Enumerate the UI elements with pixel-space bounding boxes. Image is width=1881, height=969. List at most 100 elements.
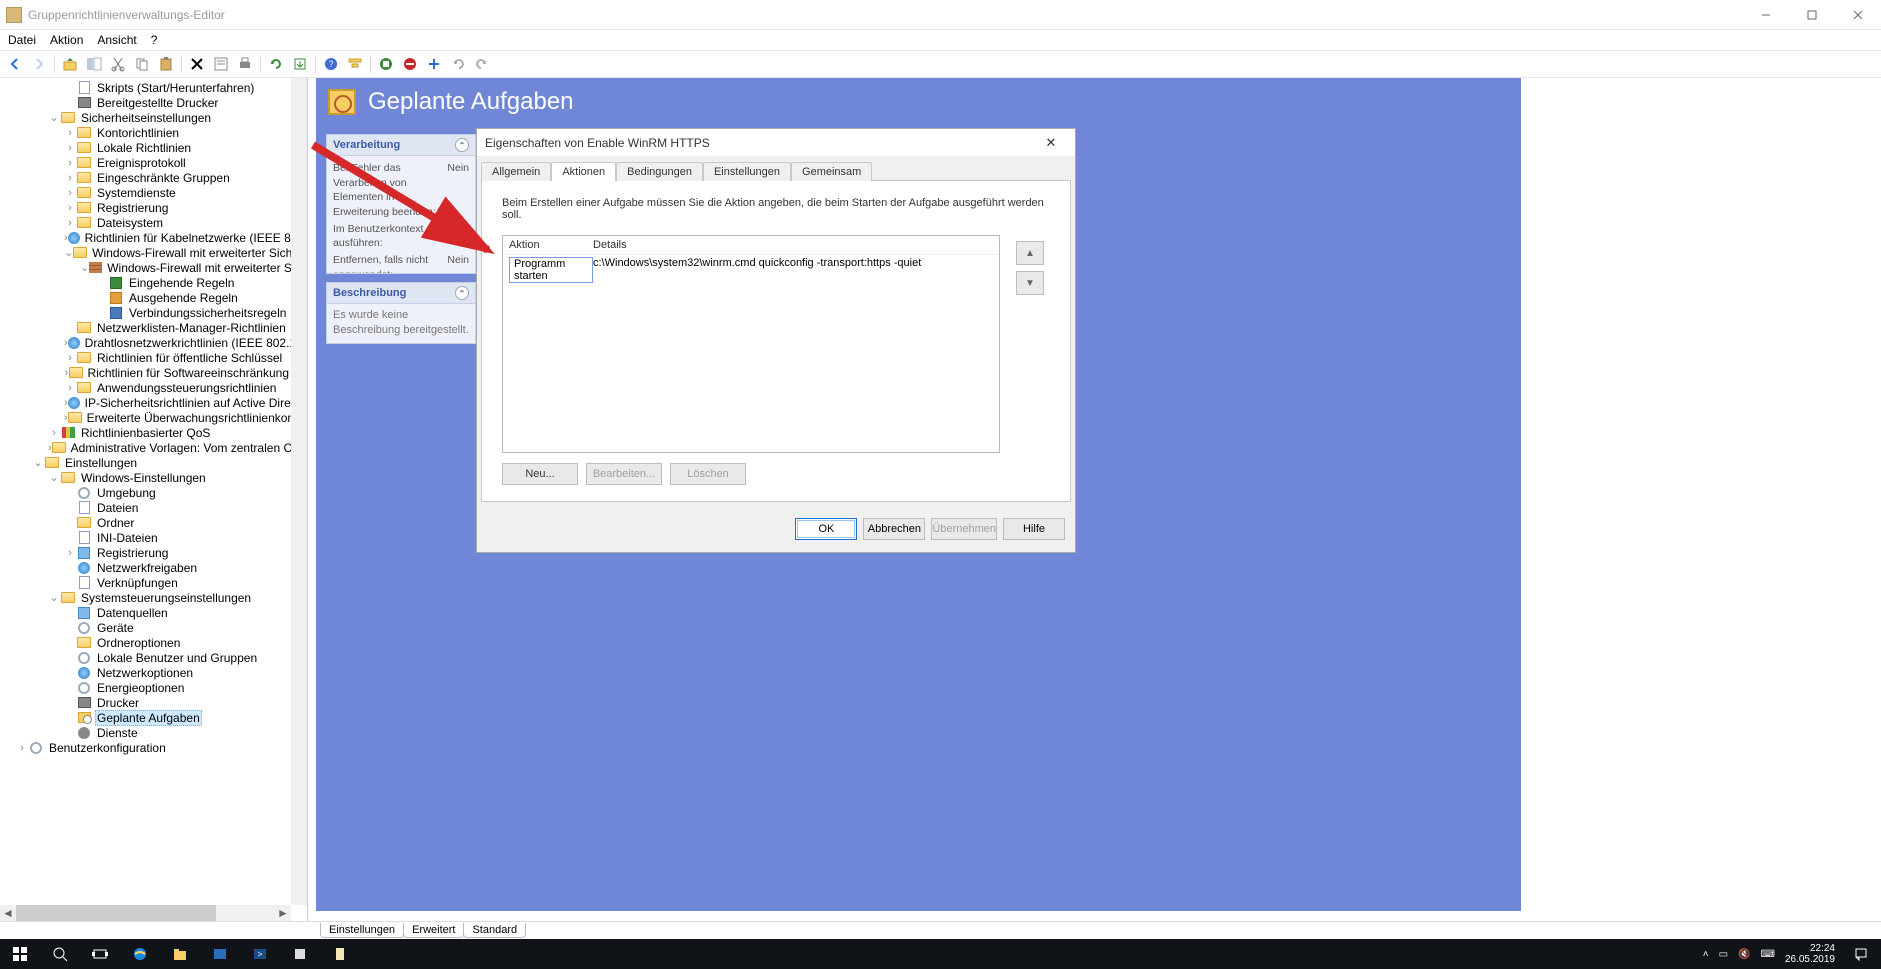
- collapse-icon[interactable]: ⌄: [80, 261, 89, 274]
- tree-node[interactable]: ›Administrative Vorlagen: Vom zentralen …: [0, 440, 291, 455]
- start-button[interactable]: [0, 939, 40, 969]
- plus-icon[interactable]: [423, 53, 445, 75]
- collapse-icon[interactable]: ⌃: [455, 138, 469, 152]
- tree-node[interactable]: ⌄Windows-Firewall mit erweiterter Sicher…: [0, 245, 291, 260]
- expand-icon[interactable]: ›: [64, 172, 76, 184]
- collapse-icon[interactable]: ⌄: [64, 246, 73, 259]
- tree-node[interactable]: ›Dateisystem: [0, 215, 291, 230]
- undo-icon[interactable]: [447, 53, 469, 75]
- tab-bedingungen[interactable]: Bedingungen: [616, 162, 703, 181]
- expand-icon[interactable]: ›: [64, 382, 76, 394]
- edit-button[interactable]: Bearbeiten...: [586, 463, 662, 485]
- tray-chevron-icon[interactable]: ˄: [1703, 949, 1709, 960]
- tree-node[interactable]: ›Richtlinien für Softwareeinschränkung: [0, 365, 291, 380]
- up-icon[interactable]: [59, 53, 81, 75]
- tree-node[interactable]: ›Lokale Richtlinien: [0, 140, 291, 155]
- expand-icon[interactable]: ›: [64, 217, 76, 229]
- filter-icon[interactable]: [344, 53, 366, 75]
- stop-red-icon[interactable]: [399, 53, 421, 75]
- menu-action[interactable]: Aktion: [50, 33, 83, 47]
- export-icon[interactable]: [289, 53, 311, 75]
- close-button[interactable]: [1835, 0, 1881, 30]
- redo-icon[interactable]: [471, 53, 493, 75]
- menu-file[interactable]: Datei: [8, 33, 36, 47]
- tree-node[interactable]: Geräte: [0, 620, 291, 635]
- help-icon[interactable]: ?: [320, 53, 342, 75]
- tree-node[interactable]: ›Kontorichtlinien: [0, 125, 291, 140]
- action-row[interactable]: Programm starten c:\Windows\system32\win…: [503, 255, 999, 285]
- tree-node[interactable]: INI-Dateien: [0, 530, 291, 545]
- expand-icon[interactable]: ›: [48, 427, 60, 439]
- tree-node[interactable]: ›Anwendungssteuerungsrichtlinien: [0, 380, 291, 395]
- new-button[interactable]: Neu...: [502, 463, 578, 485]
- tree-node[interactable]: ›Eingeschränkte Gruppen: [0, 170, 291, 185]
- delete-icon[interactable]: [186, 53, 208, 75]
- btab-standard[interactable]: Standard: [463, 923, 526, 938]
- tree-node[interactable]: Bereitgestellte Drucker: [0, 95, 291, 110]
- expand-icon[interactable]: ›: [64, 547, 76, 559]
- cancel-button[interactable]: Abbrechen: [863, 518, 925, 540]
- move-down-button[interactable]: ▼: [1016, 271, 1044, 295]
- tree-node[interactable]: ⌄Einstellungen: [0, 455, 291, 470]
- tree-node[interactable]: Drucker: [0, 695, 291, 710]
- tree-node[interactable]: ›Ereignisprotokoll: [0, 155, 291, 170]
- tree-node[interactable]: Netzwerklisten-Manager-Richtlinien: [0, 320, 291, 335]
- tree-node[interactable]: ⌄Sicherheitseinstellungen: [0, 110, 291, 125]
- taskbar-explorer[interactable]: [160, 939, 200, 969]
- tree-node[interactable]: ›Erweiterte Überwachungsrichtlinienkonfi…: [0, 410, 291, 425]
- expand-icon[interactable]: ›: [64, 202, 76, 214]
- expand-icon[interactable]: ›: [64, 352, 76, 364]
- taskbar-ie[interactable]: [120, 939, 160, 969]
- expand-icon[interactable]: ›: [64, 187, 76, 199]
- move-up-button[interactable]: ▲: [1016, 241, 1044, 265]
- tree-node[interactable]: Ausgehende Regeln: [0, 290, 291, 305]
- actions-listbox[interactable]: Aktion Details Programm starten c:\Windo…: [502, 235, 1000, 453]
- btab-einstellungen[interactable]: Einstellungen: [320, 923, 404, 938]
- taskbar-clock[interactable]: 22:24 26.05.2019: [1785, 943, 1841, 965]
- tree-node[interactable]: ›IP-Sicherheitsrichtlinien auf Active Di…: [0, 395, 291, 410]
- tray-network-icon[interactable]: ▭: [1719, 949, 1728, 960]
- tree-node[interactable]: ›Systemdienste: [0, 185, 291, 200]
- tree-node[interactable]: Datenquellen: [0, 605, 291, 620]
- tab-aktionen[interactable]: Aktionen: [551, 162, 616, 181]
- cut-icon[interactable]: [107, 53, 129, 75]
- tree-node[interactable]: Lokale Benutzer und Gruppen: [0, 650, 291, 665]
- apply-button[interactable]: Übernehmen: [931, 518, 997, 540]
- tree-hscroll[interactable]: ◄ ►: [0, 905, 291, 921]
- tree-node[interactable]: Energieoptionen: [0, 680, 291, 695]
- scroll-right-icon[interactable]: ►: [275, 905, 291, 921]
- collapse-icon[interactable]: ⌃: [455, 286, 469, 300]
- tree-vscroll[interactable]: [291, 78, 307, 905]
- expand-icon[interactable]: ›: [64, 127, 76, 139]
- tree-node[interactable]: Eingehende Regeln: [0, 275, 291, 290]
- tree-node[interactable]: Verknüpfungen: [0, 575, 291, 590]
- tree-node[interactable]: Ordner: [0, 515, 291, 530]
- scroll-left-icon[interactable]: ◄: [0, 905, 16, 921]
- properties-icon[interactable]: [210, 53, 232, 75]
- dialog-close-button[interactable]: ✕: [1035, 131, 1067, 155]
- paste-icon[interactable]: [155, 53, 177, 75]
- tree-node[interactable]: ›Registrierung: [0, 200, 291, 215]
- taskview-icon[interactable]: [80, 939, 120, 969]
- expand-icon[interactable]: ›: [64, 157, 76, 169]
- delete-button[interactable]: Löschen: [670, 463, 746, 485]
- tray-sound-icon[interactable]: 🔇: [1738, 949, 1750, 960]
- tree-node[interactable]: ›Drahtlosnetzwerkrichtlinien (IEEE 802.1…: [0, 335, 291, 350]
- taskbar-app3[interactable]: [280, 939, 320, 969]
- tab-allgemein[interactable]: Allgemein: [481, 162, 551, 181]
- ok-button[interactable]: OK: [795, 518, 857, 540]
- tree-node[interactable]: Netzwerkoptionen: [0, 665, 291, 680]
- tree-node[interactable]: ›Benutzerkonfiguration: [0, 740, 291, 755]
- menu-help[interactable]: ?: [151, 33, 158, 47]
- collapse-icon[interactable]: ⌄: [48, 591, 60, 604]
- maximize-button[interactable]: [1789, 0, 1835, 30]
- scroll-thumb[interactable]: [16, 905, 216, 921]
- tree-node[interactable]: Geplante Aufgaben: [0, 710, 291, 725]
- tree-node[interactable]: Umgebung: [0, 485, 291, 500]
- nav-back-icon[interactable]: [4, 53, 26, 75]
- tree-node[interactable]: Dateien: [0, 500, 291, 515]
- expand-icon[interactable]: ›: [16, 742, 28, 754]
- taskbar-app2[interactable]: >: [240, 939, 280, 969]
- stop-green-icon[interactable]: [375, 53, 397, 75]
- tree-node[interactable]: Skripts (Start/Herunterfahren): [0, 80, 291, 95]
